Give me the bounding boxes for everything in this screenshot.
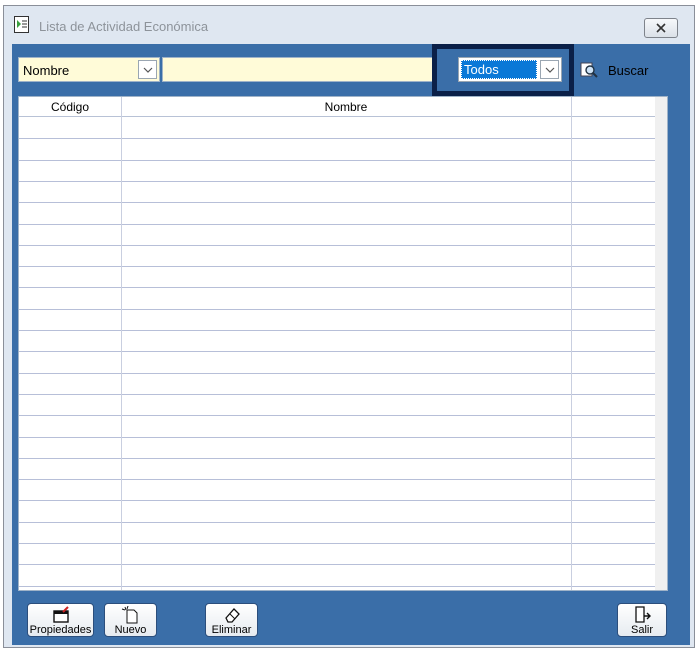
chevron-down-icon bbox=[143, 67, 152, 73]
table-row[interactable] bbox=[19, 159, 655, 161]
table-row[interactable] bbox=[19, 500, 655, 502]
title-bar[interactable]: Lista de Actividad Económica bbox=[4, 6, 694, 44]
filter-selected-value: Todos bbox=[461, 60, 537, 79]
table-row[interactable] bbox=[19, 266, 655, 268]
exit-door-icon bbox=[635, 606, 651, 623]
table-row[interactable] bbox=[19, 138, 655, 140]
properties-button-label: Propiedades bbox=[29, 624, 92, 636]
table-row[interactable] bbox=[19, 202, 655, 204]
chevron-down-icon bbox=[545, 67, 554, 73]
new-document-icon bbox=[121, 606, 137, 624]
column-divider bbox=[121, 97, 122, 590]
table-row[interactable] bbox=[19, 180, 655, 182]
results-table[interactable]: Código Nombre bbox=[18, 96, 668, 591]
column-header-nombre[interactable]: Nombre bbox=[121, 97, 571, 117]
table-row[interactable] bbox=[19, 308, 655, 310]
main-panel: Nombre Todos Buscar Código Nombre Propie… bbox=[12, 44, 690, 645]
search-field-value: Nombre bbox=[23, 63, 70, 78]
new-button[interactable]: Nuevo bbox=[104, 603, 157, 637]
vertical-scrollbar[interactable] bbox=[655, 97, 667, 590]
table-row[interactable] bbox=[19, 457, 655, 459]
filter-select[interactable]: Todos bbox=[458, 57, 562, 82]
table-row[interactable] bbox=[19, 287, 655, 289]
exit-button[interactable]: Salir bbox=[617, 603, 667, 637]
properties-icon bbox=[52, 606, 69, 623]
table-row[interactable] bbox=[19, 564, 655, 566]
table-row[interactable] bbox=[19, 521, 655, 523]
table-row[interactable] bbox=[19, 436, 655, 438]
table-row[interactable] bbox=[19, 585, 655, 587]
search-button[interactable]: Buscar bbox=[580, 57, 676, 83]
column-header-extra[interactable] bbox=[571, 97, 655, 117]
table-row[interactable] bbox=[19, 415, 655, 417]
column-divider bbox=[571, 97, 572, 590]
table-row[interactable] bbox=[19, 393, 655, 395]
delete-button[interactable]: Eliminar bbox=[205, 603, 258, 637]
table-row[interactable] bbox=[19, 244, 655, 246]
window-title: Lista de Actividad Económica bbox=[39, 19, 209, 34]
table-row[interactable] bbox=[19, 479, 655, 481]
search-field-select[interactable]: Nombre bbox=[18, 57, 160, 82]
app-icon bbox=[14, 16, 29, 33]
table-row[interactable] bbox=[19, 543, 655, 544]
eraser-icon bbox=[224, 608, 240, 623]
table-row[interactable] bbox=[19, 351, 655, 353]
table-row[interactable] bbox=[19, 223, 655, 225]
filter-dropdown-button[interactable] bbox=[540, 60, 559, 79]
table-row[interactable] bbox=[19, 372, 655, 374]
column-header-codigo[interactable]: Código bbox=[19, 97, 121, 117]
dialog-window: Lista de Actividad Económica Nombre Todo… bbox=[3, 5, 695, 648]
new-button-label: Nuevo bbox=[114, 624, 147, 636]
exit-button-label: Salir bbox=[630, 624, 653, 636]
search-icon bbox=[580, 62, 598, 78]
bottom-toolbar: Propiedades Nuevo Eliminar Salir bbox=[12, 591, 690, 645]
search-field-dropdown-button[interactable] bbox=[138, 60, 157, 79]
delete-button-label: Eliminar bbox=[211, 624, 252, 636]
properties-button[interactable]: Propiedades bbox=[27, 603, 94, 637]
search-button-label: Buscar bbox=[608, 62, 649, 78]
close-icon bbox=[656, 23, 666, 33]
close-button[interactable] bbox=[644, 18, 678, 38]
search-input[interactable] bbox=[162, 57, 438, 82]
table-row[interactable] bbox=[19, 330, 655, 331]
